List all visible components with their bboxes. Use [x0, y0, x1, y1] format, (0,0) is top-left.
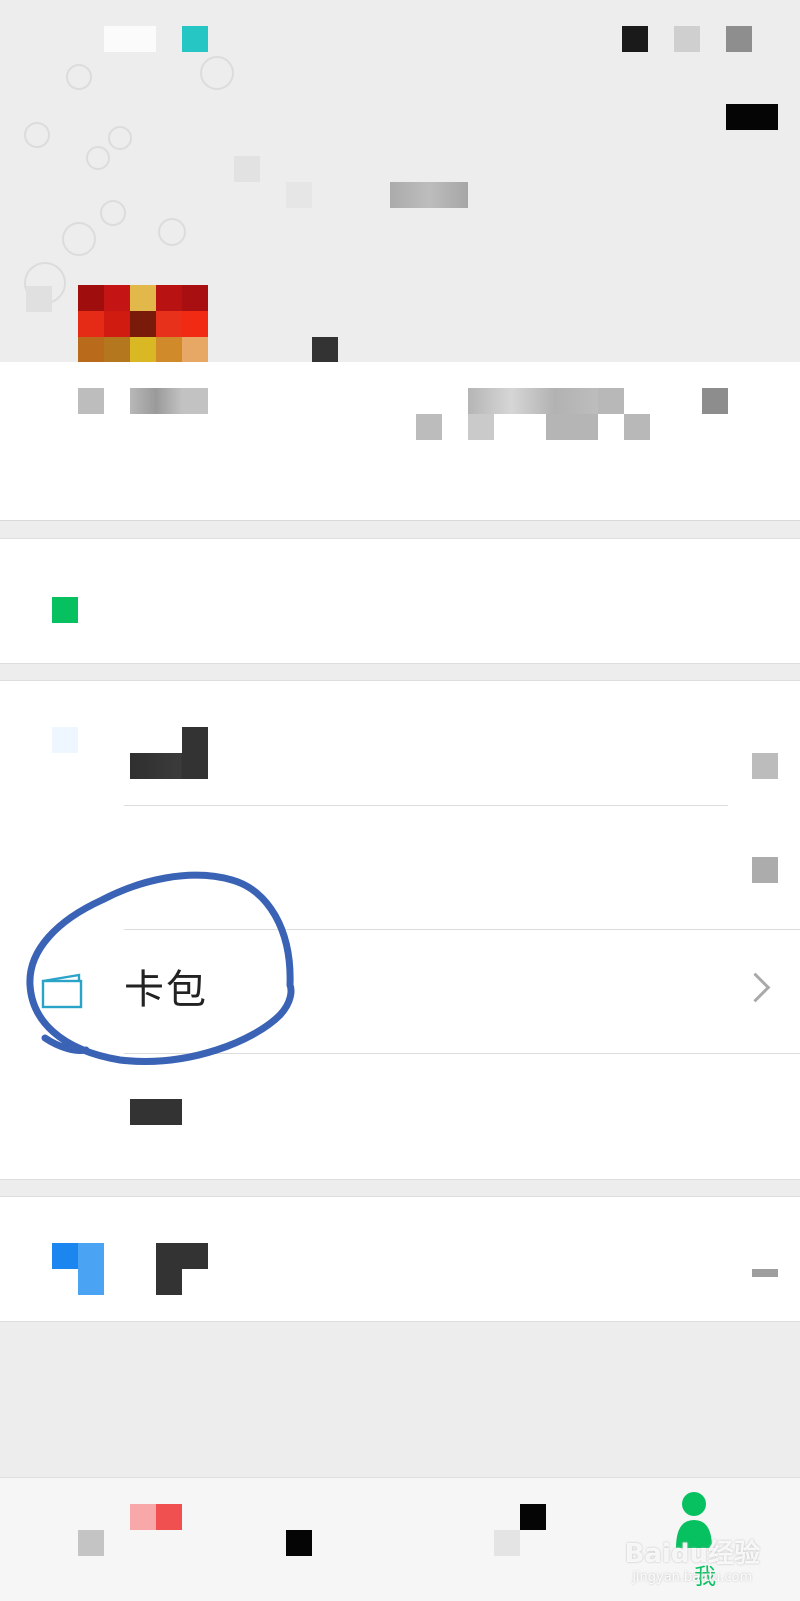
- tab-discover[interactable]: [400, 1478, 600, 1601]
- decor-bubble: [158, 218, 186, 246]
- chevron-right-icon: [752, 1269, 778, 1277]
- header-blur: [234, 156, 260, 182]
- profile-id-blur: [624, 414, 650, 440]
- status-battery-blur: [622, 26, 648, 52]
- list-row-emoji[interactable]: [0, 1053, 800, 1176]
- decor-bubble: [108, 126, 132, 150]
- list-row-card-wallet[interactable]: 卡包: [0, 929, 800, 1052]
- discover-icon: [520, 1504, 546, 1530]
- settings-label-blur: [156, 1243, 208, 1295]
- watermark: Baidu经验 jingyan.baidu.com: [625, 1533, 760, 1585]
- header-blur: [390, 182, 468, 208]
- status-icon-blur: [182, 26, 208, 52]
- decor-bubble: [100, 200, 126, 226]
- status-signal-blur: [674, 26, 700, 52]
- settings-row[interactable]: [0, 1197, 800, 1320]
- chevron-right-icon: [740, 972, 771, 1003]
- chevron-right-icon: [752, 753, 778, 779]
- profile-id-blur: [468, 414, 494, 440]
- tab-bar: 我 Baidu经验 jingyan.baidu.com: [0, 1477, 800, 1601]
- card-wallet-label: 卡包: [124, 967, 208, 1013]
- decor-bubble: [200, 56, 234, 90]
- tab-contacts[interactable]: [200, 1478, 400, 1601]
- profile-id-blur: [598, 388, 624, 414]
- profile-id-blur: [416, 414, 442, 440]
- decor-bubble: [24, 122, 50, 148]
- card-wallet-icon: [40, 973, 86, 1011]
- chats-badge: [130, 1504, 182, 1530]
- profile-card[interactable]: [0, 362, 800, 521]
- settings-icon: [52, 1243, 104, 1295]
- tab-chats[interactable]: [0, 1478, 200, 1601]
- list-row-favorites[interactable]: [0, 681, 800, 804]
- decor-bubble: [62, 222, 96, 256]
- profile-chevron-blur: [702, 388, 728, 414]
- status-wifi-blur: [726, 26, 752, 52]
- watermark-brand: Baidu经验: [624, 1539, 760, 1569]
- services-section: 卡包: [0, 680, 800, 1180]
- discover-icon-blur: [494, 1530, 520, 1556]
- chats-icon: [78, 1530, 104, 1556]
- pay-section: [0, 538, 800, 664]
- camera-button-blur[interactable]: [726, 104, 778, 130]
- status-bar-blur: [104, 26, 156, 52]
- header-blur: [26, 286, 52, 312]
- list-row-moments[interactable]: [0, 805, 800, 928]
- decor-bubble: [86, 146, 110, 170]
- settings-section: [0, 1196, 800, 1322]
- header-blur: [286, 182, 312, 208]
- qr-code-blur[interactable]: [312, 337, 338, 363]
- watermark-url: jingyan.baidu.com: [632, 1570, 753, 1585]
- profile-name-blur: [78, 388, 208, 414]
- emoji-label-blur: [130, 1099, 182, 1125]
- profile-header: [0, 0, 800, 363]
- pay-icon: [52, 597, 78, 623]
- decor-bubble: [66, 64, 92, 90]
- favorites-label-blur: [182, 727, 208, 753]
- contacts-icon: [286, 1530, 312, 1556]
- favorites-icon: [52, 727, 78, 753]
- profile-id-blur: [468, 388, 598, 414]
- pay-row[interactable]: [0, 539, 800, 662]
- profile-id-blur: [546, 414, 598, 440]
- avatar[interactable]: [78, 285, 208, 363]
- chevron-right-icon: [752, 857, 778, 883]
